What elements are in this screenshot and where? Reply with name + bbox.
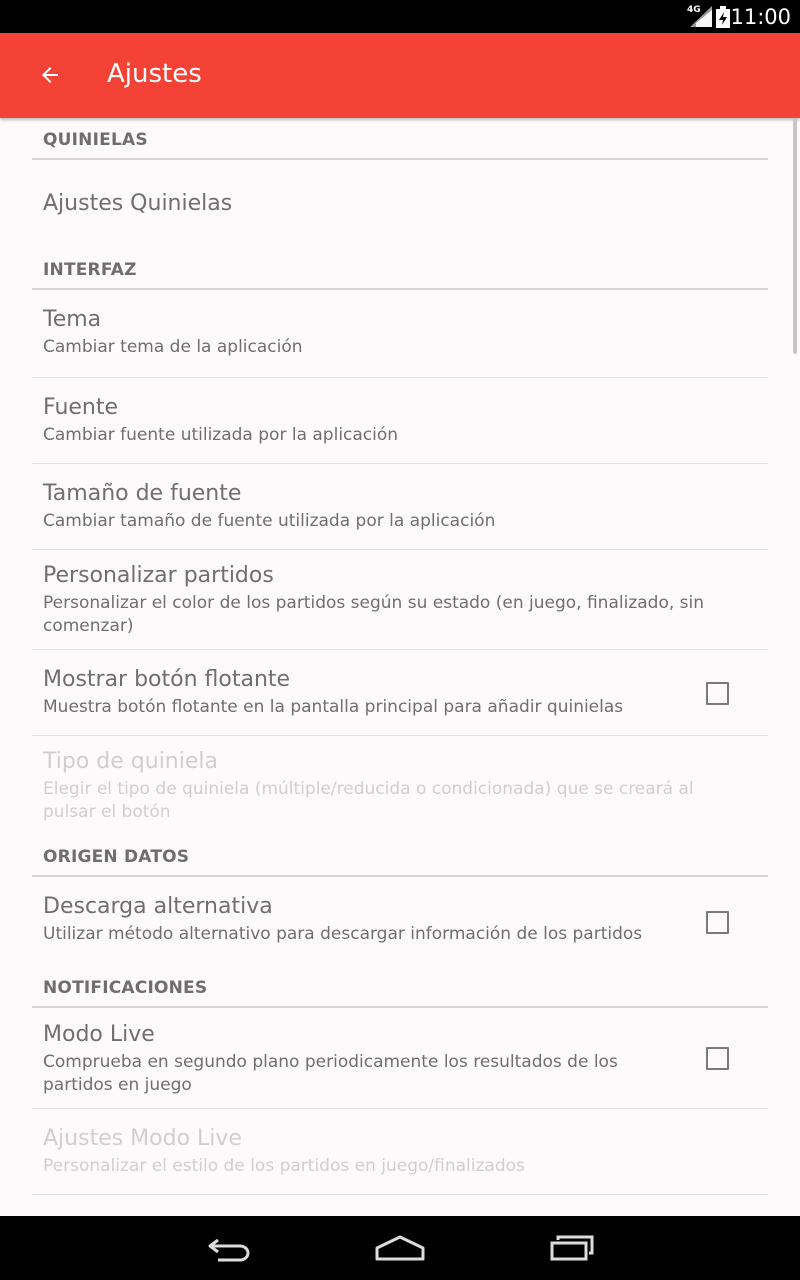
pref-summary: Cambiar tamaño de fuente utilizada por l… — [43, 511, 496, 531]
home-icon — [375, 1235, 425, 1261]
page-title: Ajustes — [107, 59, 202, 89]
pref-tamano-fuente[interactable]: Tamaño de fuente Cambiar tamaño de fuent… — [32, 464, 768, 550]
category-origen-datos: ORIGEN DATOS — [32, 835, 768, 877]
pref-title: Ajustes Modo Live — [43, 1126, 242, 1151]
pref-title: Tema — [43, 307, 102, 332]
pref-title: Tipo de quiniela — [43, 749, 218, 774]
pref-title: Descarga alternativa — [43, 894, 273, 919]
back-icon — [208, 1238, 250, 1262]
pref-title: Modo Live — [43, 1022, 155, 1047]
pref-ajustes-quinielas[interactable]: Ajustes Quinielas — [32, 160, 768, 248]
pref-ajustes-modo-live: Ajustes Modo Live Personalizar el estilo… — [32, 1109, 768, 1195]
pref-title: Mostrar botón flotante — [43, 667, 291, 692]
pref-tema[interactable]: Tema Cambiar tema de la aplicación — [32, 290, 768, 378]
pref-personalizar-partidos[interactable]: Personalizar partidos Personalizar el co… — [32, 550, 768, 650]
pref-title: Personalizar partidos — [43, 563, 274, 588]
clock: 11:00 — [730, 5, 791, 29]
pref-summary: Utilizar método alternativo para descarg… — [43, 924, 643, 944]
category-header: QUINIELAS — [43, 130, 148, 150]
pref-summary: Elegir el tipo de quiniela (múltiple/red… — [43, 779, 694, 822]
nav-back-button[interactable] — [190, 1216, 270, 1280]
scrollbar[interactable] — [793, 118, 797, 354]
pref-summary: Cambiar fuente utilizada por la aplicaci… — [43, 425, 399, 445]
pref-fuente[interactable]: Fuente Cambiar fuente utilizada por la a… — [32, 378, 768, 464]
pref-title: Tamaño de fuente — [43, 481, 242, 506]
alternative-download-checkbox[interactable] — [706, 910, 729, 934]
signal-icon — [690, 6, 712, 27]
navigation-bar — [0, 1216, 800, 1280]
status-bar: 4G 11:00 — [0, 0, 800, 33]
pref-summary: Comprueba en segundo plano periodicament… — [43, 1052, 618, 1095]
category-header: ORIGEN DATOS — [43, 847, 190, 867]
floating-button-checkbox[interactable] — [706, 681, 729, 705]
pref-descarga-alternativa[interactable]: Descarga alternativa Utilizar método alt… — [32, 877, 768, 966]
pref-tipo-quiniela: Tipo de quiniela Elegir el tipo de quini… — [32, 736, 768, 835]
nav-home-button[interactable] — [360, 1216, 440, 1280]
back-button[interactable] — [26, 51, 74, 99]
pref-mostrar-boton-flotante[interactable]: Mostrar botón flotante Muestra botón flo… — [32, 650, 768, 736]
live-mode-checkbox[interactable] — [706, 1047, 729, 1070]
arrow-back-icon — [42, 67, 58, 83]
category-notificaciones: NOTIFICACIONES — [32, 966, 768, 1008]
pref-title: Fuente — [43, 395, 119, 420]
category-interfaz: INTERFAZ — [32, 248, 768, 290]
pref-title: Ajustes Quinielas — [43, 191, 233, 216]
pref-modo-live[interactable]: Modo Live Comprueba en segundo plano per… — [32, 1008, 768, 1109]
category-header: INTERFAZ — [43, 260, 137, 280]
pref-summary: Personalizar el color de los partidos se… — [43, 593, 705, 636]
pref-summary: Muestra botón flotante en la pantalla pr… — [43, 697, 624, 717]
nav-recents-button[interactable] — [532, 1216, 612, 1280]
pref-summary: Personalizar el estilo de los partidos e… — [43, 1156, 525, 1176]
category-header: NOTIFICACIONES — [43, 978, 208, 998]
recents-icon — [550, 1235, 594, 1261]
pref-summary: Cambiar tema de la aplicación — [43, 337, 303, 357]
app-bar: Ajustes — [0, 33, 800, 118]
battery-icon — [716, 6, 730, 28]
settings-list: QUINIELAS Ajustes Quinielas INTERFAZ Tem… — [32, 118, 768, 1216]
category-quinielas: QUINIELAS — [32, 118, 768, 160]
